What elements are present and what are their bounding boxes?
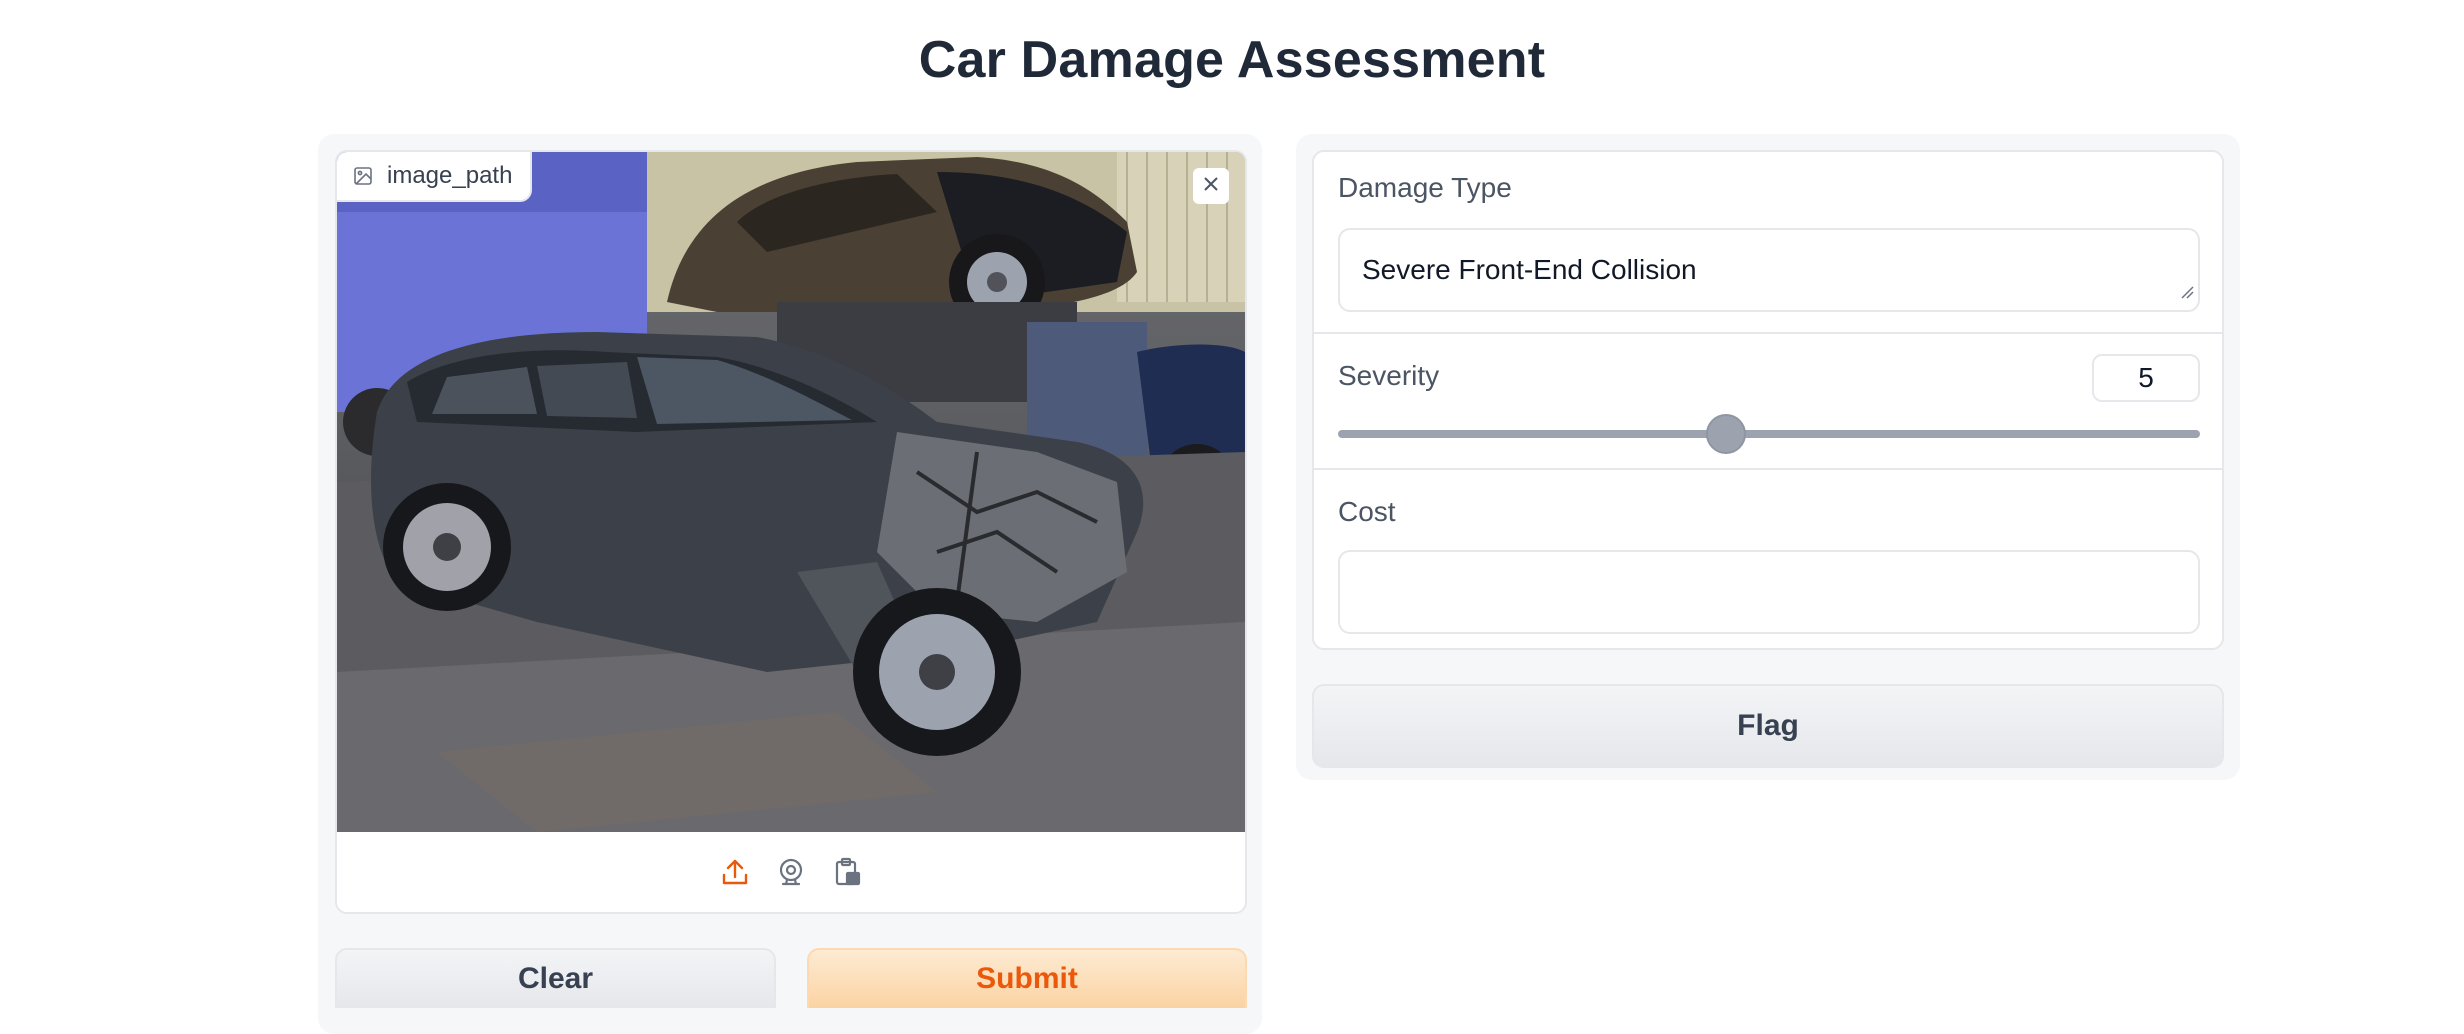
cost-textbox[interactable] <box>1338 550 2200 634</box>
field-divider <box>1314 332 2222 334</box>
outputs-form: Damage Type Severe Front-End Collision S… <box>1312 150 2224 650</box>
page-title: Car Damage Assessment <box>918 31 1546 89</box>
upload-icon[interactable] <box>719 856 751 888</box>
image-input-label-text: image_path <box>387 162 513 189</box>
cost-label: Cost <box>1338 496 1396 527</box>
webcam-icon[interactable] <box>775 856 807 888</box>
severity-value: 5 <box>2138 362 2154 393</box>
clipboard-icon[interactable] <box>831 856 863 888</box>
severity-slider-track[interactable] <box>1338 430 2200 438</box>
severity-label: Severity <box>1338 360 1440 391</box>
clear-button[interactable]: Clear <box>335 948 776 1008</box>
damage-type-label: Damage Type <box>1338 172 1512 203</box>
close-icon <box>1202 175 1220 198</box>
severity-slider-thumb[interactable] <box>1705 414 1746 454</box>
damage-type-value: Severe Front-End Collision <box>1362 254 1697 285</box>
field-divider <box>1314 468 2222 470</box>
image-input-label: image_path <box>337 152 533 202</box>
flag-button[interactable]: Flag <box>1312 684 2224 768</box>
resize-handle-icon[interactable] <box>2180 274 2194 306</box>
submit-button[interactable]: Submit <box>807 948 1247 1008</box>
uploaded-car-photo <box>337 152 1245 832</box>
remove-image-button[interactable] <box>1193 168 1229 204</box>
image-icon <box>353 166 373 186</box>
image-source-selector <box>337 832 1245 912</box>
severity-number-input[interactable]: 5 <box>2092 354 2200 402</box>
damage-type-textbox[interactable]: Severe Front-End Collision <box>1338 228 2200 312</box>
image-input[interactable]: image_path <box>335 150 1247 914</box>
